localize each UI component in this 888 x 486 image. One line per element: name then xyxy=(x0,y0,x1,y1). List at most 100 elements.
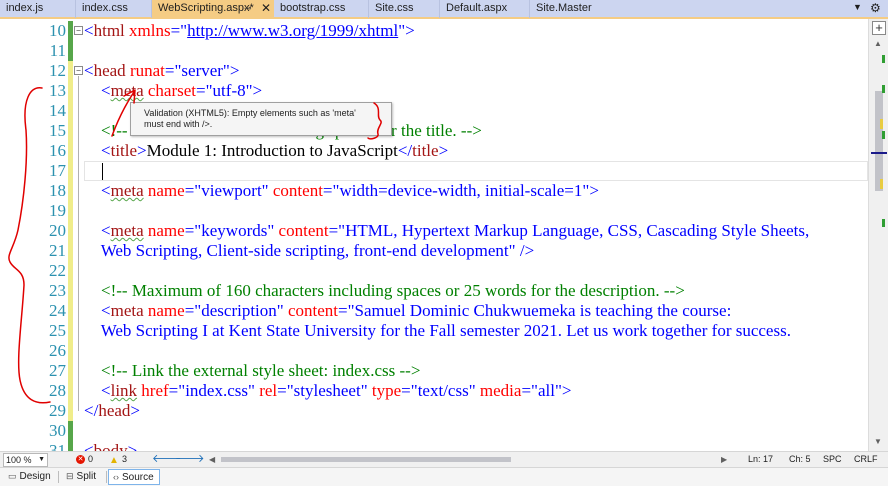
pin-icon[interactable]: ⊸ xyxy=(244,0,252,17)
code-line[interactable]: <!-- Maximum of 160 characters including… xyxy=(84,281,685,301)
code-token: < xyxy=(84,221,111,240)
code-token: ="utf-8"> xyxy=(196,81,263,100)
current-line-highlight xyxy=(84,161,868,181)
code-token: name xyxy=(143,181,185,200)
code-token: http://www.w3.org/1999/xhtml xyxy=(187,21,399,40)
error-icon[interactable]: ✕ xyxy=(76,455,85,464)
scrollbar-thumb[interactable] xyxy=(875,91,883,191)
line-number: 28 xyxy=(49,381,66,400)
line-indicator[interactable]: Ln: 17 xyxy=(748,452,773,467)
code-editor[interactable]: 10 11 12 13 14 15 16 17 18 19 20 21 22 23 24 25 26 27 28 29… xyxy=(0,21,868,451)
horizontal-scrollbar[interactable]: ◀ ▶ xyxy=(205,455,735,464)
code-token: < xyxy=(84,181,111,200)
tab-list-dropdown-icon[interactable]: ▼ xyxy=(853,2,862,12)
code-token: Web Scripting I at Kent State University… xyxy=(84,321,791,340)
code-line[interactable]: <meta name="keywords" content="HTML, Hyp… xyxy=(84,221,809,241)
code-line[interactable]: <meta name="viewport" content="width=dev… xyxy=(84,181,599,201)
overview-marker xyxy=(882,131,885,139)
code-token: ="HTML, Hypertext Markup Language, CSS, … xyxy=(328,221,810,240)
code-line[interactable]: Web Scripting I at Kent State University… xyxy=(84,321,791,341)
code-line[interactable]: </head> xyxy=(84,401,140,421)
code-token: head xyxy=(98,401,131,420)
code-token: </ xyxy=(397,141,413,160)
code-line[interactable]: <meta name="description" content="Samuel… xyxy=(84,301,731,321)
split-editor-plus-icon[interactable]: + xyxy=(872,21,886,35)
code-line[interactable]: <link href="index.css" rel="stylesheet" … xyxy=(84,381,571,401)
fold-toggle-html[interactable]: − xyxy=(74,26,83,35)
line-number: 26 xyxy=(49,341,66,360)
line-number: 24 xyxy=(49,301,66,320)
line-number: 12 xyxy=(49,61,66,80)
code-token: head xyxy=(93,61,126,80)
tab-index-js[interactable]: index.js xyxy=(0,0,76,18)
code-line[interactable]: Web Scripting, Client-side scripting, fr… xyxy=(84,241,534,261)
warning-count[interactable]: 3 xyxy=(122,452,127,467)
code-token: > xyxy=(130,401,140,420)
code-token: content xyxy=(268,181,323,200)
code-token: > xyxy=(137,141,147,160)
code-token: meta xyxy=(110,181,144,200)
source-view-tab[interactable]: ‹› Source xyxy=(108,469,160,485)
vertical-scrollbar[interactable]: + ▲ ▼ xyxy=(868,19,888,451)
warning-marker xyxy=(880,119,883,129)
code-token: ="all"> xyxy=(521,381,572,400)
caret-position-marker xyxy=(871,152,887,154)
code-line[interactable]: <meta charset="utf-8"> xyxy=(84,81,262,101)
code-line[interactable]: <body> xyxy=(84,441,137,451)
code-line[interactable]: <title>Module 1: Introduction to JavaScr… xyxy=(84,141,448,161)
char-indicator[interactable]: Ch: 5 xyxy=(789,452,811,467)
code-token: > xyxy=(127,441,138,451)
fold-toggle-head[interactable]: − xyxy=(74,66,83,75)
code-line[interactable]: <html xmlns="http://www.w3.org/1999/xhtm… xyxy=(84,21,415,41)
line-number: 23 xyxy=(49,281,66,300)
tab-bootstrap-css[interactable]: bootstrap.css xyxy=(274,0,369,18)
tab-index-css[interactable]: index.css xyxy=(76,0,152,18)
error-count[interactable]: 0 xyxy=(88,452,93,467)
text-caret xyxy=(102,163,103,180)
line-number: 29 xyxy=(49,401,66,420)
code-token: meta xyxy=(110,81,144,100)
line-number: 31 xyxy=(49,441,66,451)
split-view-tab[interactable]: ⊟ Split xyxy=(62,469,104,485)
code-token: ="stylesheet" xyxy=(277,381,368,400)
close-tab-icon[interactable]: ✕ xyxy=(261,0,271,17)
code-token: </ xyxy=(84,401,99,420)
scroll-left-arrow-icon[interactable]: ◀ xyxy=(209,452,215,467)
code-token: xmlns xyxy=(124,21,171,40)
warning-marker xyxy=(880,179,883,189)
overview-marker xyxy=(882,85,885,93)
line-number: 18 xyxy=(49,181,66,200)
line-number: 19 xyxy=(49,201,66,220)
code-line[interactable]: <head runat="server"> xyxy=(84,61,239,81)
code-token: Module 1: Introduction to JavaScript xyxy=(146,141,398,160)
tab-site-css[interactable]: Site.css xyxy=(369,0,440,18)
gear-icon[interactable]: ⚙ xyxy=(870,1,881,15)
scroll-right-arrow-icon[interactable]: ▶ xyxy=(721,452,727,467)
horizontal-scroll-thumb[interactable] xyxy=(221,457,511,462)
scroll-up-arrow-icon[interactable]: ▲ xyxy=(874,39,882,48)
scroll-down-arrow-icon[interactable]: ▼ xyxy=(874,437,882,446)
indent-mode-indicator[interactable]: SPC xyxy=(823,452,842,467)
line-number: 30 xyxy=(49,421,66,440)
tab-site-master[interactable]: Site.Master xyxy=(530,0,614,18)
code-token: < xyxy=(84,61,94,80)
line-number: 20 xyxy=(49,221,66,240)
tab-webscripting-aspx[interactable]: WebScripting.aspx* ⊸ ✕ xyxy=(152,0,274,18)
code-token: body xyxy=(93,441,128,451)
tab-default-aspx[interactable]: Default.aspx xyxy=(440,0,530,18)
code-token: ="text/css" xyxy=(401,381,476,400)
line-number: 25 xyxy=(49,321,66,340)
line-number: 13 xyxy=(49,81,66,100)
tooltip-line-2: must end with />. xyxy=(144,119,213,129)
design-view-tab[interactable]: ▭ Design xyxy=(4,469,56,485)
code-token: < xyxy=(84,381,111,400)
line-number: 16 xyxy=(49,141,66,160)
line-ending-indicator[interactable]: CRLF xyxy=(854,452,878,467)
overview-marker xyxy=(882,55,885,63)
code-line[interactable]: <!-- Link the external style sheet: inde… xyxy=(84,361,420,381)
navigate-forward-icon[interactable]: 🡒 xyxy=(175,452,205,467)
line-number: 10 xyxy=(49,21,66,40)
zoom-dropdown[interactable]: 100 % ▼ xyxy=(3,453,48,467)
warning-icon[interactable]: ▲ xyxy=(109,453,119,468)
code-token: media xyxy=(475,381,522,400)
